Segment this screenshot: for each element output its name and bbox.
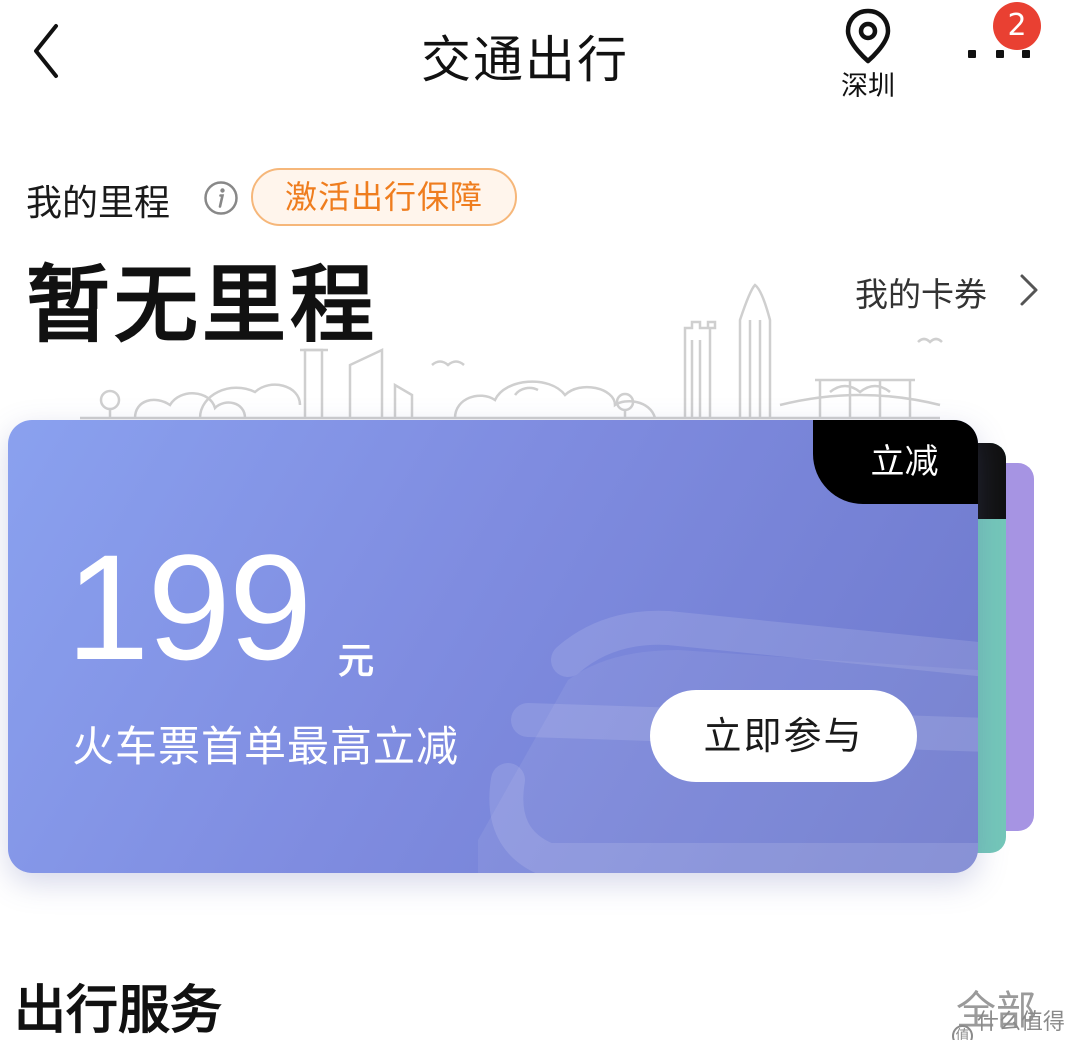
watermark-text: 什么值得买 — [976, 1010, 1065, 1035]
join-now-button[interactable]: 立即参与 — [650, 690, 917, 782]
mileage-label: 我的里程 — [26, 183, 171, 224]
discount-tag: 立减 — [813, 420, 978, 504]
chevron-right-icon[interactable] — [1017, 270, 1041, 310]
location-label: 深圳 — [841, 71, 895, 102]
location-selector[interactable]: 深圳 — [830, 4, 906, 102]
top-nav-bar: 交通出行 深圳 2 — [0, 0, 1080, 110]
city-skyline-illustration — [80, 283, 943, 420]
page-title: 交通出行 — [421, 31, 629, 89]
more-dot-icon — [968, 50, 976, 58]
more-dot-icon — [996, 50, 1004, 58]
travel-services-heading: 出行服务 — [14, 981, 223, 1040]
more-dot-icon — [1022, 50, 1030, 58]
info-icon[interactable] — [203, 180, 239, 216]
watermark-logo-icon: 值 — [952, 1025, 973, 1040]
watermark: 值 什么值得买 — [952, 1004, 1080, 1040]
activate-travel-protection-button[interactable]: 激活出行保障 — [251, 168, 517, 226]
notification-badge: 2 — [993, 2, 1041, 50]
traffic-travel-page: 交通出行 深圳 2 我的里程 激活出行保障 暂无里程 我的卡券 立减 199 元… — [0, 0, 1080, 1040]
train-ticket-promo-card[interactable]: 立减 199 元 火车票首单最高立减 立即参与 — [8, 420, 978, 873]
promo-description: 火车票首单最高立减 — [72, 722, 460, 771]
currency-unit: 元 — [338, 641, 375, 682]
location-pin-icon — [845, 8, 891, 64]
discount-amount: 199 — [66, 523, 312, 691]
